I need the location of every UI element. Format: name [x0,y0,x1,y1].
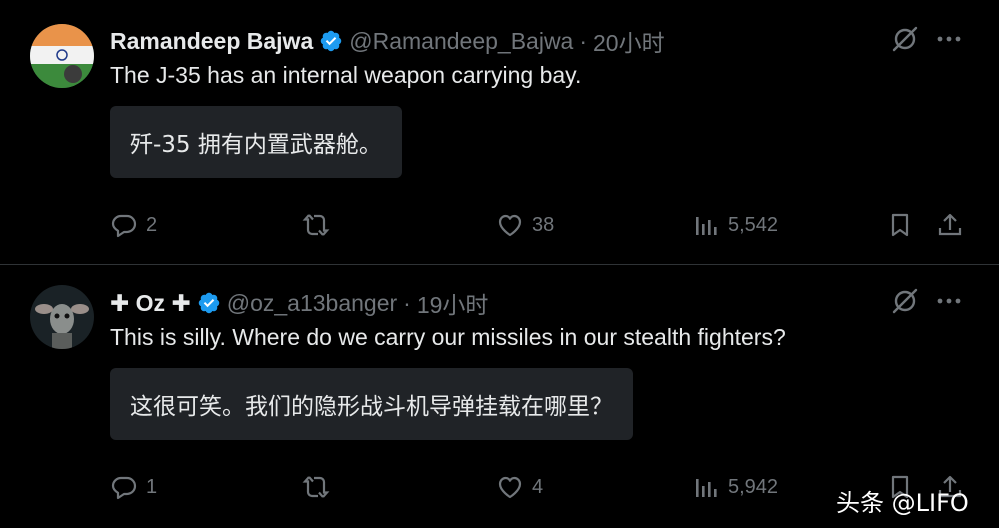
views-icon [696,479,717,497]
grok-slash-icon[interactable] [890,286,920,316]
reply-icon [111,476,137,500]
like-icon [498,476,522,499]
watermark: 头条 @LIFO [836,489,969,517]
like-count: 4 [532,475,544,498]
tweet-header: ✚ Oz ✚ @oz_a13banger · 19小时 [110,286,488,320]
reply-count: 1 [146,475,158,498]
more-dots-icon[interactable] [934,286,964,316]
avatar[interactable] [30,285,94,349]
like-button[interactable]: 4 [496,473,543,501]
translation-text: 这很可笑。我们的隐形战斗机导弹挂载在哪里？ [130,394,613,420]
retweet-button[interactable] [302,473,338,501]
reply-button[interactable]: 1 [110,473,157,501]
translation-box: 这很可笑。我们的隐形战斗机导弹挂载在哪里？ [110,368,633,440]
tweet-2[interactable]: ✚ Oz ✚ @oz_a13banger · 19小时 This is sill… [0,0,999,528]
views-button[interactable]: 5,942 [692,473,778,501]
author-name[interactable]: ✚ Oz ✚ [110,290,191,317]
verified-badge-icon [197,291,221,315]
views-count: 5,942 [728,475,779,498]
author-handle[interactable]: @oz_a13banger [227,290,397,317]
retweet-icon [302,476,330,498]
tweet-text: This is silly. Where do we carry our mis… [110,324,786,350]
separator: · [403,289,411,316]
timestamp[interactable]: 19小时 [417,286,489,320]
